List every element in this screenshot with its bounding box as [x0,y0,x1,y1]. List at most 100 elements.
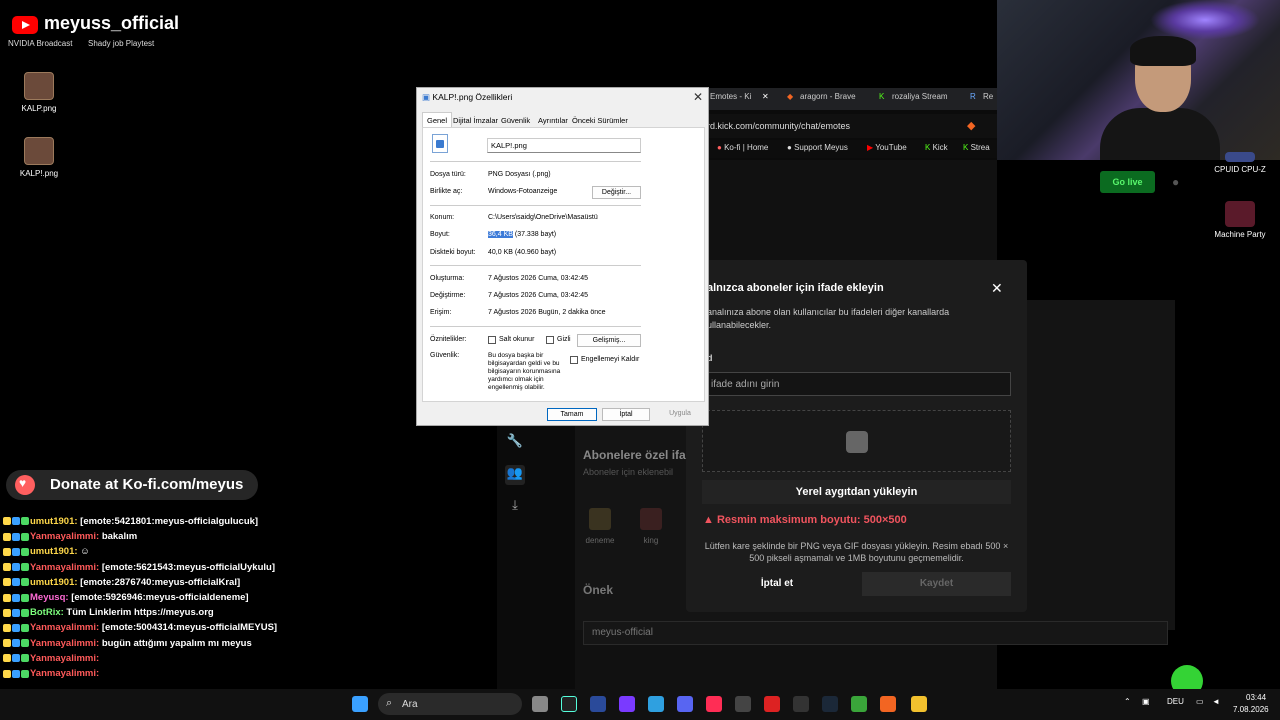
user-avatar-icon[interactable]: ● [1172,175,1179,189]
desktop-icon-kalp[interactable]: KALP.png [9,72,69,113]
minecraft-icon[interactable] [851,696,867,712]
clock-time[interactable]: 03:44 [1246,693,1266,702]
emote-item[interactable]: deneme [580,508,620,545]
taskbar-search[interactable]: ⌕ Ara [378,693,522,715]
location-label: Konum: [430,214,455,221]
separator [430,205,641,206]
tab-genel[interactable]: Genel [422,112,453,128]
kofi-icon: ● [717,143,725,152]
desktop-icon-kalp-excl[interactable]: KALP!.png [9,137,69,178]
tab-emotes[interactable]: Emotes - Ki [710,92,751,101]
clock-date[interactable]: 7.08.2026 [1233,705,1269,714]
steam-icon[interactable] [822,696,838,712]
desktop-icon-machine-party[interactable]: Machine Party [1210,201,1270,239]
prefix-input[interactable]: meyus-official [583,621,1168,645]
cancel-button[interactable]: İptal [602,408,650,421]
upload-local-button[interactable]: Yerel aygıtdan yükleyin [702,480,1011,504]
download-icon[interactable]: ⤓ [505,497,525,517]
tab-dijital-imzalar[interactable]: Dijital İmzalar [453,116,498,125]
chat-username[interactable]: Yanmayalimmi: [30,653,99,664]
chat-username[interactable]: umut1901: [30,577,78,588]
bookmark-kofi[interactable]: ● Ko-fi | Home [717,143,768,152]
desktop-icon-cpuz[interactable]: CPUID CPU-Z [1210,152,1270,174]
bookmark-youtube[interactable]: ▶ YouTube [867,143,907,152]
chat-badge-icon [21,578,29,587]
volume-icon[interactable]: ◄ [1212,697,1220,706]
file-explorer-icon[interactable] [911,696,927,712]
brave-shield-icon[interactable]: ◆ [967,119,975,132]
modal-cancel-button[interactable]: İptal et [702,572,852,596]
language-indicator[interactable]: DEU [1167,697,1184,706]
chat-username[interactable]: Yanmayalimmi: [30,638,99,649]
dialog-close-icon[interactable]: ✕ [693,90,703,104]
tab-close-icon[interactable]: ✕ [762,92,769,101]
image-file-icon [24,137,54,165]
change-button[interactable]: Değiştir... [592,186,641,199]
app-icon[interactable] [590,696,606,712]
app-icon[interactable] [735,696,751,712]
chat-badge-icon [12,608,20,617]
network-icon[interactable]: ▭ [1196,697,1204,706]
attributes-label: Öznitelikler: [430,336,467,343]
app-icon[interactable] [648,696,664,712]
readonly-checkbox[interactable] [488,336,496,344]
tab-rozaliya[interactable]: rozaliya Stream [892,92,948,101]
chat-badge-icon [12,623,20,632]
epic-games-icon[interactable] [793,696,809,712]
apply-button[interactable]: Uygula [656,408,704,421]
tab-re[interactable]: Re [983,92,993,101]
desktop-label-nvidia[interactable]: NVIDIA Broadcast [8,39,72,48]
ok-button[interactable]: Tamam [547,408,597,421]
size-value[interactable]: 36,4 KB (37.338 bayt) [488,231,556,238]
emote-item[interactable]: king [631,508,671,545]
tab-onceki-surumler[interactable]: Önceki Sürümler [572,116,628,125]
emote-label: king [643,536,659,545]
unblock-checkbox[interactable] [570,356,578,364]
chat-username[interactable]: Yanmayalimmi: [30,562,99,573]
task-view-icon[interactable] [532,696,548,712]
file-name-input[interactable]: KALP!.png [487,138,641,153]
taskbar [0,689,1280,720]
tab-guvenlik[interactable]: Güvenlik [501,116,530,125]
size-label: Boyut: [430,231,450,238]
tray-chevron-icon[interactable]: ⌃ [1124,697,1131,706]
discord-icon[interactable] [677,696,693,712]
tab-ayrintilar[interactable]: Ayrıntılar [538,116,568,125]
chat-username[interactable]: Yanmayalimmi: [30,531,99,542]
advanced-button[interactable]: Gelişmiş... [577,334,641,347]
modal-save-button[interactable]: Kaydet [862,572,1011,596]
modal-close-icon[interactable]: ✕ [991,280,1003,297]
chat-username[interactable]: umut1901: [30,546,78,557]
tiktok-icon[interactable] [706,696,722,712]
chat-username[interactable]: Meyusq: [30,592,69,603]
chat-username[interactable]: Yanmayalimmi: [30,668,99,679]
windows-start-icon[interactable] [352,696,368,712]
chat-badge-icon [21,623,29,632]
readonly-label: Salt okunur [499,336,535,343]
screen: meyuss_official NVIDIA Broadcast Shady j… [0,0,1280,720]
tab-aragorn[interactable]: aragorn - Brave [800,92,856,101]
address-bar[interactable]: rd.kick.com/community/chat/emotes ◆ [705,114,997,138]
chat-username[interactable]: Yanmayalimmi: [30,622,99,633]
brave-icon[interactable] [880,696,896,712]
tray-app-icon[interactable]: ▣ [1142,697,1150,706]
users-icon[interactable]: 👥 [505,465,525,485]
bookmark-stream[interactable]: K Strea [963,143,990,152]
chat-badge-icon [3,532,11,541]
chat-username[interactable]: umut1901: [30,516,78,527]
separator [430,161,641,162]
go-live-button[interactable]: Go live [1100,171,1155,193]
app-icon[interactable] [764,696,780,712]
terminal-icon[interactable] [561,696,577,712]
image-drop-zone[interactable] [702,410,1011,472]
chat-text: [emote:5621543:meyus-officialUykulu] [101,561,275,573]
bookmark-label: Ko-fi | Home [724,143,769,152]
chat-username[interactable]: BotRix: [30,607,64,618]
hidden-checkbox[interactable] [546,336,554,344]
widgets-icon[interactable] [619,696,635,712]
bookmark-support-meyus[interactable]: ● Support Meyus [787,143,848,152]
bookmark-kick[interactable]: K Kick [925,143,948,152]
emote-name-input[interactable]: ifade adını girin [702,372,1011,396]
desktop-label-shady-job[interactable]: Shady job Playtest [88,39,154,48]
wrench-icon[interactable]: 🔧 [505,433,525,453]
